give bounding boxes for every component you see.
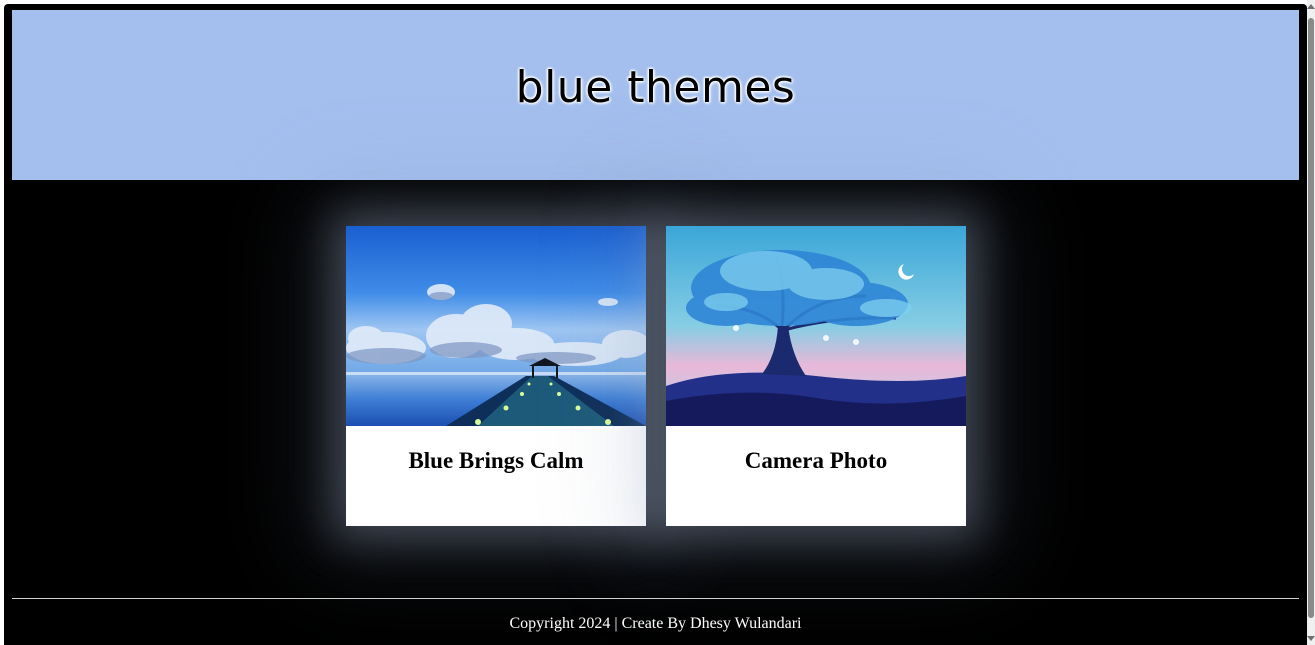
footer-copyright: Copyright 2024 | Create By Dhesy Wulanda… — [509, 615, 802, 632]
scroll-up-icon[interactable] — [1307, 4, 1315, 9]
card-camera-photo[interactable]: Camera Photo — [666, 226, 966, 526]
card-blue-brings-calm[interactable]: Blue Brings Calm — [346, 226, 646, 526]
scrollbar-thumb[interactable] — [1308, 18, 1314, 618]
scroll-down-icon[interactable] — [1307, 636, 1315, 641]
blue-tree-image — [666, 226, 966, 426]
vertical-scrollbar[interactable] — [1307, 0, 1315, 645]
card-gallery: Blue Brings Calm Camera Photo — [346, 226, 966, 526]
pier-ocean-image — [346, 226, 646, 426]
card-title: Camera Photo — [744, 448, 888, 473]
page-container: blue themes Blue Brings Calm Camera Phot… — [4, 4, 1307, 645]
site-header: blue themes — [12, 10, 1299, 180]
site-title: blue themes — [515, 61, 796, 113]
card-title: Blue Brings Calm — [408, 448, 584, 473]
footer-divider — [12, 598, 1299, 599]
